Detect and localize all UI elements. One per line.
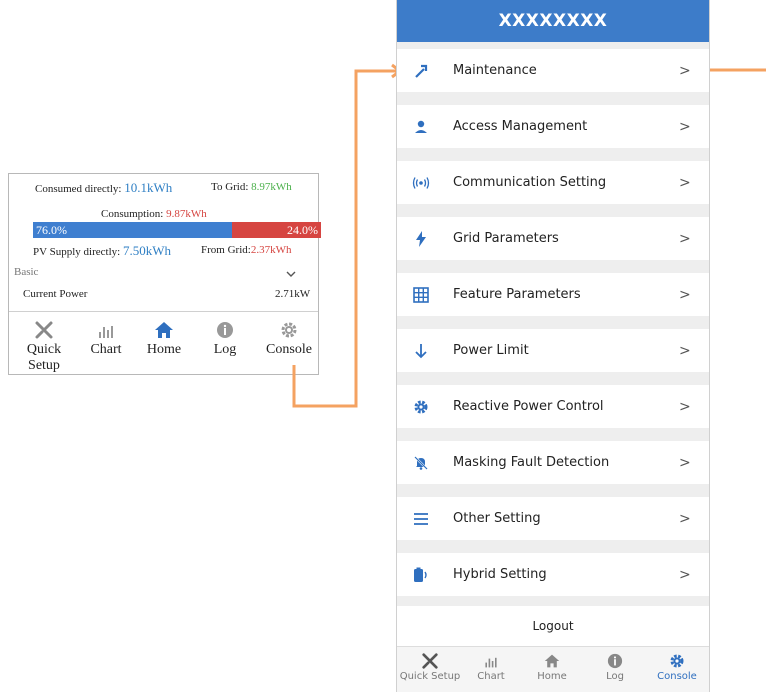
menu-item-grid-parameters[interactable]: Grid Parameters > [397,217,709,260]
nav-console-label: Console [657,671,697,682]
lightning-icon [397,230,445,247]
consumption-row: Consumption: 9.87kWh [101,208,207,220]
pv-supply-row: PV Supply directly: 7.50kWh [33,243,171,259]
nav-log-label: Log [606,671,624,682]
chevron-right-icon: > [679,342,691,359]
nav-log[interactable]: Log [205,318,245,358]
menu-item-communication-setting[interactable]: Communication Setting > [397,161,709,204]
home-icon [531,651,573,671]
nav-chart-label: Chart [477,671,505,682]
gear-icon [261,318,317,342]
info-icon [205,318,245,342]
consumed-label: Consumed directly: [35,183,122,195]
menu-item-power-limit[interactable]: Power Limit > [397,329,709,372]
arrow-down-icon [397,343,445,359]
hammer-icon [397,63,445,79]
consumption-split-bar: 76.0% 24.0% [33,222,321,238]
grid-icon [397,286,445,303]
menu-item-hybrid-setting[interactable]: Hybrid Setting > [397,553,709,596]
home-icon [139,318,189,342]
chart-icon [471,651,511,671]
consumption-label: Consumption: [101,208,164,220]
consumption-value: 9.87kWh [166,208,207,220]
from-grid-value: 2.37kWh [250,244,292,256]
tools-icon [11,318,77,342]
to-grid-value: 8.97kWh [251,181,292,193]
menu-label: Hybrid Setting [453,567,547,582]
chevron-right-icon: > [679,510,691,527]
menu-label: Masking Fault Detection [453,455,610,470]
chevron-right-icon: > [679,566,691,583]
home-summary-panel: Consumed directly: 10.1kWh To Grid: 8.97… [8,173,321,375]
menu-label: Grid Parameters [453,231,559,246]
menu-item-masking-fault-detection[interactable]: Masking Fault Detection > [397,441,709,484]
nav-chart-label: Chart [90,342,122,357]
current-power-label: Current Power [23,288,88,300]
menu-item-reactive-power-control[interactable]: Reactive Power Control > [397,385,709,428]
from-grid-label: From Grid: [201,244,251,256]
current-power-value: 2.71kW [275,288,311,300]
nav-console[interactable]: Console [655,651,699,682]
chevron-right-icon: > [679,174,691,191]
menu-icon [397,512,445,526]
logout-button[interactable]: Logout [397,606,709,646]
pv-value: 7.50kWh [122,243,171,258]
nav-console-label: Console [266,342,312,357]
menu-label: Feature Parameters [453,287,581,302]
grid-share-bar: 24.0% [231,222,321,238]
battery-icon [397,567,445,583]
nav-home[interactable]: Home [139,318,189,358]
gear-icon [397,399,445,415]
console-screen: XXXXXXXX Maintenance > Access Management… [396,0,710,692]
to-grid-label: To Grid: [211,181,249,193]
menu-item-access-management[interactable]: Access Management > [397,105,709,148]
chevron-right-icon: > [679,286,691,303]
chevron-right-icon: > [679,454,691,471]
bell-off-icon [397,455,445,471]
gear-icon [655,651,699,671]
menu-label: Other Setting [453,511,541,526]
nav-chart[interactable]: Chart [81,318,131,358]
menu-label: Reactive Power Control [453,399,604,414]
chevron-right-icon: > [679,398,691,415]
nav-log[interactable]: Log [597,651,633,682]
divider [9,311,318,312]
menu-label: Communication Setting [453,175,607,190]
chevron-right-icon: > [679,62,691,79]
nav-quick-setup-label: Quick Setup [26,342,62,373]
consumed-directly-row: Consumed directly: 10.1kWh [35,180,172,196]
chevron-down-icon[interactable] [285,268,297,283]
nav-home-label: Home [537,671,567,682]
menu-label: Power Limit [453,343,529,358]
menu-item-maintenance[interactable]: Maintenance > [397,49,709,92]
pv-label: PV Supply directly: [33,246,121,258]
nav-console[interactable]: Console [261,318,317,358]
basic-section-label: Basic [14,266,39,278]
from-grid-row: From Grid:2.37kWh [201,244,291,256]
nav-log-label: Log [213,342,237,357]
person-icon [397,119,445,135]
chevron-right-icon: > [679,118,691,135]
consumed-value: 10.1kWh [124,180,173,195]
menu-label: Maintenance [453,63,537,78]
page-title: XXXXXXXX [397,0,709,42]
nav-quick-setup-label: Quick Setup [399,671,461,682]
nav-chart[interactable]: Chart [471,651,511,682]
nav-quick-setup[interactable]: Quick Setup [11,318,77,374]
self-consumption-bar: 76.0% [33,222,232,238]
menu-item-feature-parameters[interactable]: Feature Parameters > [397,273,709,316]
nav-home-label: Home [146,342,182,357]
nav-home[interactable]: Home [531,651,573,682]
signal-icon [397,176,445,190]
nav-quick-setup[interactable]: Quick Setup [399,651,461,682]
to-grid-row: To Grid: 8.97kWh [211,181,292,193]
menu-label: Access Management [453,119,588,134]
chevron-right-icon: > [679,230,691,247]
menu-item-other-setting[interactable]: Other Setting > [397,497,709,540]
chart-icon [81,318,131,342]
info-icon [597,651,633,671]
tools-icon [399,651,461,671]
mini-bottom-nav: Quick Setup Chart Home Log Console [9,318,318,373]
bottom-nav: Quick Setup Chart Home Log Console [397,646,709,692]
